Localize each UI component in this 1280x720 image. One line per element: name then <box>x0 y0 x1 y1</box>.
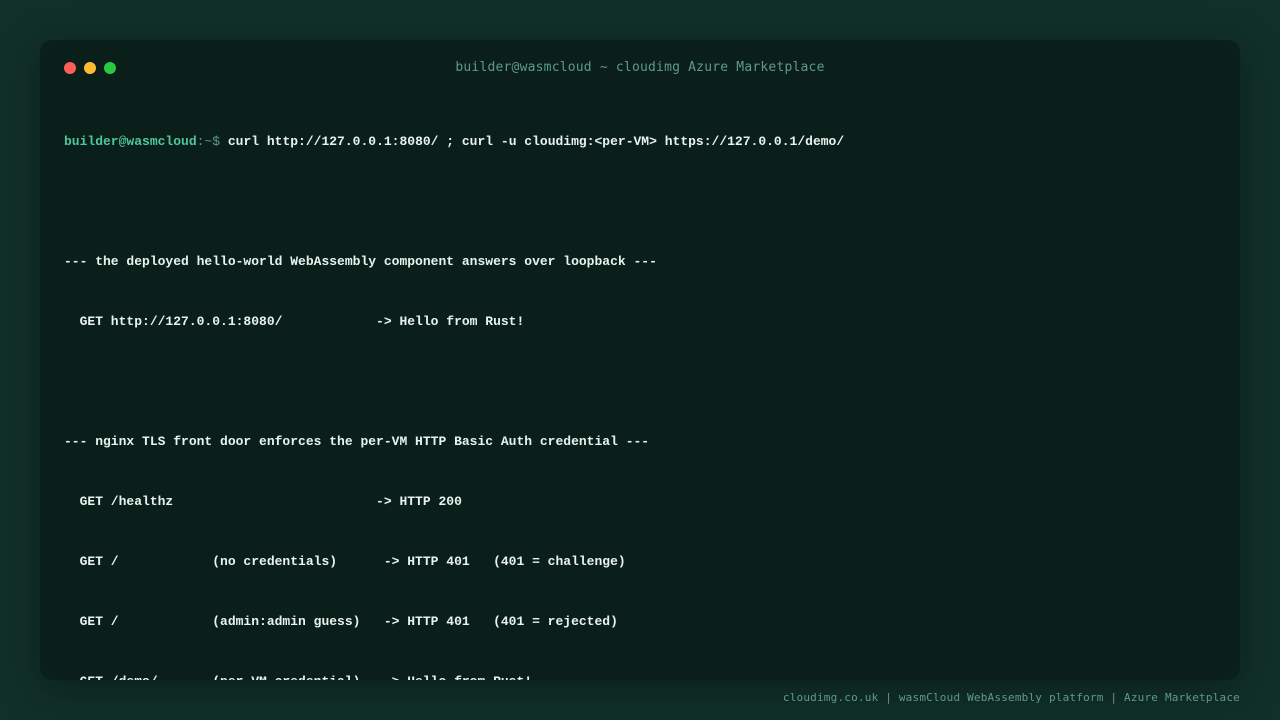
title-bar: builder@wasmcloud ~ cloudimg Azure Marke… <box>40 40 1240 96</box>
terminal-output[interactable]: builder@wasmcloud:~$ curl http://127.0.0… <box>64 92 1216 680</box>
output-line: GET /demo/ (per-VM credential) -> Hello … <box>64 672 1216 680</box>
prompt-user: builder@wasmcloud <box>64 134 197 149</box>
output-line: GET http://127.0.0.1:8080/ -> Hello from… <box>64 314 525 329</box>
terminal-window: builder@wasmcloud ~ cloudimg Azure Marke… <box>40 40 1240 680</box>
output-line: GET / (admin:admin guess) -> HTTP 401 (4… <box>64 614 618 629</box>
command-text: curl http://127.0.0.1:8080/ ; curl -u cl… <box>227 134 845 149</box>
output-line: GET / (no credentials) -> HTTP 401 (401 … <box>64 554 626 569</box>
prompt-line: builder@wasmcloud:~$ curl http://127.0.0… <box>64 132 1216 152</box>
section-header-nginx: --- nginx TLS front door enforces the pe… <box>64 434 650 449</box>
footer-caption: cloudimg.co.uk | wasmCloud WebAssembly p… <box>782 691 1240 704</box>
prompt-path: :~$ <box>196 134 228 149</box>
section-header-loopback: --- the deployed hello-world WebAssembly… <box>64 254 657 269</box>
output-line: GET /healthz -> HTTP 200 <box>64 494 462 509</box>
window-title: builder@wasmcloud ~ cloudimg Azure Marke… <box>455 60 825 75</box>
